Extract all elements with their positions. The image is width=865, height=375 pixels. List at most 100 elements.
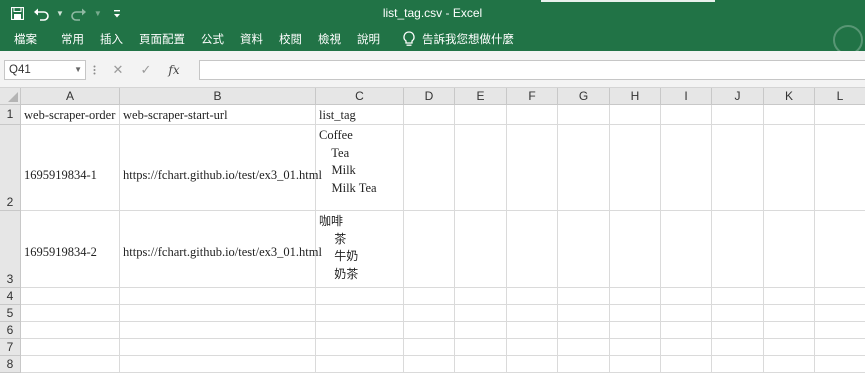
cell-f3[interactable] <box>507 211 558 288</box>
tab-page-layout[interactable]: 頁面配置 <box>131 27 193 51</box>
cell-a8[interactable] <box>21 356 120 373</box>
cell-h1[interactable] <box>610 105 661 125</box>
row-header-3[interactable]: 3 <box>0 211 21 288</box>
cell-e4[interactable] <box>455 288 507 305</box>
cell-a6[interactable] <box>21 322 120 339</box>
cell-i2[interactable] <box>661 125 712 211</box>
cell-l4[interactable] <box>815 288 865 305</box>
cell-h2[interactable] <box>610 125 661 211</box>
tab-home[interactable]: 常用 <box>53 27 92 51</box>
cell-f5[interactable] <box>507 305 558 322</box>
column-header-g[interactable]: G <box>558 88 610 105</box>
cell-a5[interactable] <box>21 305 120 322</box>
cell-d4[interactable] <box>404 288 455 305</box>
cell-l2[interactable] <box>815 125 865 211</box>
cell-k1[interactable] <box>764 105 815 125</box>
tab-data[interactable]: 資料 <box>232 27 271 51</box>
column-header-k[interactable]: K <box>764 88 815 105</box>
cell-d7[interactable] <box>404 339 455 356</box>
cell-b5[interactable] <box>120 305 316 322</box>
cell-k6[interactable] <box>764 322 815 339</box>
cell-g5[interactable] <box>558 305 610 322</box>
column-header-d[interactable]: D <box>404 88 455 105</box>
cell-h5[interactable] <box>610 305 661 322</box>
cell-i3[interactable] <box>661 211 712 288</box>
row-header-2[interactable]: 2 <box>0 125 21 211</box>
cell-i5[interactable] <box>661 305 712 322</box>
tab-help[interactable]: 說明 <box>349 27 388 51</box>
cell-c7[interactable] <box>316 339 404 356</box>
tell-me-box[interactable]: 告訴我您想做什麼 <box>402 27 514 51</box>
cell-j2[interactable] <box>712 125 764 211</box>
column-header-b[interactable]: B <box>120 88 316 105</box>
cell-g6[interactable] <box>558 322 610 339</box>
cell-c3[interactable]: 咖啡 茶 牛奶 奶茶 <box>316 211 404 288</box>
cell-e2[interactable] <box>455 125 507 211</box>
cell-b2[interactable]: https://fchart.github.io/test/ex3_01.htm… <box>120 125 322 211</box>
cell-k5[interactable] <box>764 305 815 322</box>
cell-i8[interactable] <box>661 356 712 373</box>
cell-b6[interactable] <box>120 322 316 339</box>
cell-e8[interactable] <box>455 356 507 373</box>
chevron-down-icon[interactable]: ▼ <box>74 61 82 79</box>
cell-k3[interactable] <box>764 211 815 288</box>
cell-h8[interactable] <box>610 356 661 373</box>
cell-f6[interactable] <box>507 322 558 339</box>
cell-a2[interactable]: 1695919834-1 <box>21 125 120 211</box>
insert-function-icon[interactable]: fx <box>160 60 188 80</box>
cell-l8[interactable] <box>815 356 865 373</box>
column-header-c[interactable]: C <box>316 88 404 105</box>
cell-l5[interactable] <box>815 305 865 322</box>
cell-j4[interactable] <box>712 288 764 305</box>
cell-h4[interactable] <box>610 288 661 305</box>
column-header-h[interactable]: H <box>610 88 661 105</box>
column-header-e[interactable]: E <box>455 88 507 105</box>
cell-e6[interactable] <box>455 322 507 339</box>
cancel-icon[interactable]: ✕ <box>104 60 132 80</box>
cell-h3[interactable] <box>610 211 661 288</box>
row-header-1[interactable]: 1 <box>0 105 21 125</box>
cell-j3[interactable] <box>712 211 764 288</box>
row-header-5[interactable]: 5 <box>0 305 21 322</box>
cell-b8[interactable] <box>120 356 316 373</box>
cell-g7[interactable] <box>558 339 610 356</box>
cell-d2[interactable] <box>404 125 455 211</box>
cell-i4[interactable] <box>661 288 712 305</box>
cell-g3[interactable] <box>558 211 610 288</box>
cell-a3[interactable]: 1695919834-2 <box>21 211 120 288</box>
cell-d6[interactable] <box>404 322 455 339</box>
cell-l1[interactable] <box>815 105 865 125</box>
cell-a1[interactable]: web-scraper-order <box>21 105 120 125</box>
cell-h6[interactable] <box>610 322 661 339</box>
column-header-f[interactable]: F <box>507 88 558 105</box>
cell-l7[interactable] <box>815 339 865 356</box>
cell-d3[interactable] <box>404 211 455 288</box>
cell-c2[interactable]: Coffee Tea Milk Milk Tea <box>316 125 404 211</box>
tab-file[interactable]: 檔案 <box>0 27 53 51</box>
cell-b7[interactable] <box>120 339 316 356</box>
cell-e1[interactable] <box>455 105 507 125</box>
cell-h7[interactable] <box>610 339 661 356</box>
cell-k4[interactable] <box>764 288 815 305</box>
cell-i7[interactable] <box>661 339 712 356</box>
cell-f7[interactable] <box>507 339 558 356</box>
row-header-8[interactable]: 8 <box>0 356 21 373</box>
enter-icon[interactable]: ✓ <box>132 60 160 80</box>
cell-c6[interactable] <box>316 322 404 339</box>
cell-g8[interactable] <box>558 356 610 373</box>
cell-c4[interactable] <box>316 288 404 305</box>
cell-e3[interactable] <box>455 211 507 288</box>
cell-i1[interactable] <box>661 105 712 125</box>
separator-handle-icon[interactable] <box>93 65 96 75</box>
row-header-4[interactable]: 4 <box>0 288 21 305</box>
cell-b1[interactable]: web-scraper-start-url <box>120 105 316 125</box>
cell-d5[interactable] <box>404 305 455 322</box>
tab-review[interactable]: 校閱 <box>271 27 310 51</box>
cell-j6[interactable] <box>712 322 764 339</box>
cell-c5[interactable] <box>316 305 404 322</box>
column-header-i[interactable]: I <box>661 88 712 105</box>
cell-k8[interactable] <box>764 356 815 373</box>
cell-g2[interactable] <box>558 125 610 211</box>
cell-f1[interactable] <box>507 105 558 125</box>
column-header-j[interactable]: J <box>712 88 764 105</box>
